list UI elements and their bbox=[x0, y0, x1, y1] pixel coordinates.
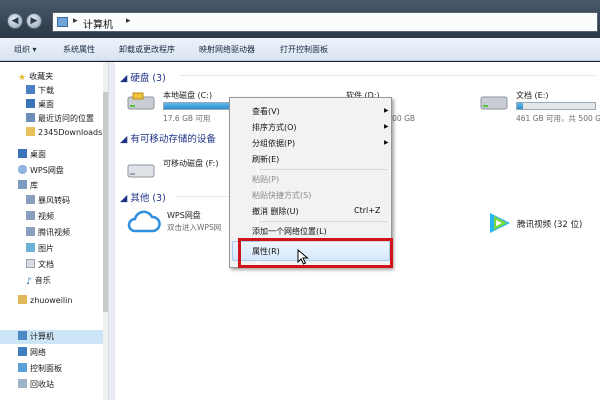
document-lib-icon bbox=[26, 259, 35, 268]
item-name: WPS网盘 bbox=[167, 211, 201, 220]
desktop-icon bbox=[18, 149, 27, 158]
video-lib-icon bbox=[26, 211, 35, 220]
computer-icon bbox=[57, 17, 68, 27]
star-icon: ★ bbox=[18, 73, 27, 83]
user-icon bbox=[18, 295, 27, 304]
navigation-pane: ★ 收藏夹 下载 桌面 最近访问的位置 2345Downloads 桌面 WPS网… bbox=[0, 62, 108, 400]
pane-divider[interactable] bbox=[108, 62, 115, 400]
hard-drive-icon bbox=[127, 92, 155, 110]
other-group-header[interactable]: ◢ 其他 (3) bbox=[120, 190, 166, 204]
organize-button[interactable]: 组织 ▾ bbox=[14, 44, 37, 55]
menu-item-refresh[interactable]: 刷新(E) bbox=[252, 154, 279, 165]
desktop-icon bbox=[26, 99, 35, 108]
recycle-bin-icon bbox=[18, 379, 27, 388]
title-bar: ◀ ▶ ▸ 计算机 ▸ bbox=[0, 0, 600, 38]
mouse-cursor-icon bbox=[297, 249, 309, 265]
picture-lib-icon bbox=[26, 243, 35, 252]
back-button[interactable]: ◀ bbox=[7, 13, 23, 29]
network-icon bbox=[18, 347, 27, 356]
submenu-arrow-icon: ▶ bbox=[384, 139, 389, 146]
cloud-icon bbox=[127, 210, 161, 233]
item-description: 双击进入WPS网 bbox=[167, 223, 222, 232]
menu-shortcut: Ctrl+Z bbox=[354, 206, 381, 215]
group-divider bbox=[175, 196, 230, 197]
drive-free-space: 461 GB 可用，共 500 GB bbox=[516, 114, 600, 123]
highlight-annotation-box bbox=[238, 238, 393, 268]
open-control-panel-button[interactable]: 打开控制面板 bbox=[280, 44, 328, 55]
menu-separator bbox=[260, 221, 388, 222]
folder-icon bbox=[26, 127, 35, 136]
address-bar[interactable]: ▸ 计算机 ▸ bbox=[52, 12, 598, 32]
map-network-drive-button[interactable]: 映射网络驱动器 bbox=[199, 44, 255, 55]
tencent-video-icon bbox=[490, 213, 510, 233]
drive-usage-bar bbox=[516, 102, 596, 110]
drive-name: 可移动磁盘 (F:) bbox=[163, 159, 219, 168]
removable-disk-icon bbox=[127, 164, 155, 178]
system-properties-button[interactable]: 系统属性 bbox=[63, 44, 95, 55]
hard-disk-group-header[interactable]: ◢ 硬盘 (3) bbox=[120, 70, 166, 84]
submenu-arrow-icon: ▶ bbox=[384, 107, 389, 114]
collapse-icon: ◢ bbox=[120, 134, 131, 145]
address-separator[interactable]: ▸ bbox=[73, 16, 78, 26]
video-lib-icon bbox=[26, 195, 35, 204]
uninstall-program-button[interactable]: 卸载或更改程序 bbox=[119, 44, 175, 55]
menu-separator bbox=[260, 169, 388, 170]
menu-item-paste[interactable]: 粘贴(P) bbox=[252, 174, 279, 185]
menu-item-group-by[interactable]: 分组依据(P) bbox=[252, 138, 295, 149]
group-divider bbox=[180, 75, 595, 76]
recent-icon bbox=[26, 113, 35, 122]
collapse-icon: ◢ bbox=[120, 73, 131, 84]
command-toolbar: 组织 ▾ 系统属性 卸载或更改程序 映射网络驱动器 打开控制面板 bbox=[0, 38, 600, 61]
video-lib-icon bbox=[26, 227, 35, 236]
removable-group-header[interactable]: ◢ 有可移动存储的设备 bbox=[120, 131, 216, 145]
menu-item-add-network-location[interactable]: 添加一个网络位置(L) bbox=[252, 226, 327, 237]
menu-item-sort-by[interactable]: 排序方式(O) bbox=[252, 122, 297, 133]
drive-name: 本地磁盘 (C:) bbox=[163, 91, 213, 100]
drive-usage-fill bbox=[517, 103, 524, 109]
cloud-icon bbox=[18, 165, 27, 174]
control-panel-icon bbox=[18, 363, 27, 372]
address-separator[interactable]: ▸ bbox=[126, 16, 131, 26]
menu-item-undo-delete[interactable]: 撤消 删除(U) bbox=[252, 206, 299, 217]
music-icon: ♪ bbox=[26, 277, 32, 287]
forward-button[interactable]: ▶ bbox=[26, 13, 42, 29]
address-path[interactable]: 计算机 bbox=[83, 16, 113, 31]
menu-item-view[interactable]: 查看(V) bbox=[252, 106, 280, 117]
computer-icon bbox=[18, 331, 27, 340]
drive-name: 文档 (E:) bbox=[516, 91, 549, 100]
collapse-icon: ◢ bbox=[120, 193, 131, 204]
submenu-arrow-icon: ▶ bbox=[384, 123, 389, 130]
download-folder-icon bbox=[26, 85, 35, 94]
menu-item-paste-shortcut[interactable]: 粘贴快捷方式(S) bbox=[252, 190, 311, 201]
library-icon bbox=[18, 180, 27, 189]
item-name: 腾讯视频 (32 位) bbox=[517, 220, 583, 230]
hard-drive-icon bbox=[480, 96, 508, 110]
drive-free-space: 17.6 GB 可用 bbox=[163, 114, 211, 123]
sidebar-item-computer[interactable]: 计算机 bbox=[0, 330, 108, 344]
